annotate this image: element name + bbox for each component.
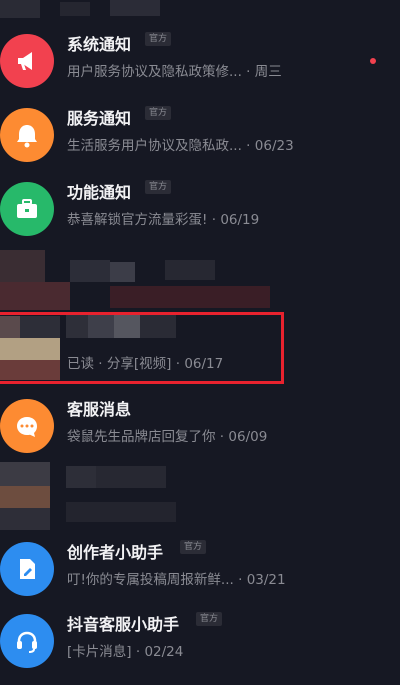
message-preview-line: 生活服务用户协议及隐私政... · 06/23	[67, 138, 294, 154]
chat-bubble-icon	[0, 399, 54, 453]
message-item-service-notice[interactable]: 服务通知 官方 生活服务用户协议及隐私政... · 06/23	[0, 102, 400, 176]
message-time: 03/21	[246, 572, 286, 588]
message-preview: 袋鼠先生品牌店回复了你	[67, 429, 216, 445]
message-preview-line: 叮!你的专属投稿周报新鲜... · 03/21	[67, 572, 286, 588]
official-badge: 官方	[145, 180, 172, 194]
message-item-douyin-cs-assistant[interactable]: 抖音客服小助手 官方 [卡片消息] · 02/24	[0, 608, 400, 682]
message-preview: [卡片消息]	[67, 644, 132, 660]
message-preview: 生活服务用户协议及隐私政...	[67, 138, 242, 154]
official-badge: 官方	[145, 32, 172, 46]
message-title: 客服消息	[67, 400, 132, 419]
megaphone-icon	[0, 34, 54, 88]
message-item-creator-assistant[interactable]: 创作者小助手 官方 叮!你的专属投稿周报新鲜... · 03/21	[0, 536, 400, 610]
highlight-box	[0, 312, 284, 384]
message-preview-line: [卡片消息] · 02/24	[67, 644, 184, 660]
message-preview: 用户服务协议及隐私政策修...	[67, 64, 242, 80]
message-list-screen: 系统通知 官方 用户服务协议及隐私政策修... · 周三 服务通知 官方 生活服…	[0, 0, 400, 685]
message-preview-line: 恭喜解锁官方流量彩蛋! · 06/19	[67, 212, 260, 228]
message-preview-line: 袋鼠先生品牌店回复了你 · 06/09	[67, 429, 268, 445]
blurred-conversation-area	[0, 462, 240, 534]
message-title: 创作者小助手	[67, 543, 164, 562]
headset-icon	[0, 614, 54, 668]
message-title: 系统通知	[67, 35, 132, 54]
briefcase-icon	[0, 182, 54, 236]
message-time: 02/24	[144, 644, 184, 660]
message-title: 抖音客服小助手	[67, 615, 180, 634]
message-item-feature-notice[interactable]: 功能通知 官方 恭喜解锁官方流量彩蛋! · 06/19	[0, 176, 400, 250]
message-title: 服务通知	[67, 109, 132, 128]
official-badge: 官方	[145, 106, 172, 120]
message-item-customer-service[interactable]: 客服消息 袋鼠先生品牌店回复了你 · 06/09	[0, 393, 400, 467]
message-title: 功能通知	[67, 183, 132, 202]
blurred-top-strip	[0, 0, 400, 20]
official-badge: 官方	[180, 540, 207, 554]
message-preview: 叮!你的专属投稿周报新鲜...	[67, 572, 234, 588]
official-badge: 官方	[196, 612, 223, 626]
bell-icon	[0, 108, 54, 162]
message-preview-line: 用户服务协议及隐私政策修... · 周三	[67, 64, 282, 80]
message-time: 周三	[254, 64, 282, 80]
unread-dot	[370, 58, 376, 64]
message-preview: 恭喜解锁官方流量彩蛋!	[67, 212, 208, 228]
message-time: 06/09	[228, 429, 268, 445]
document-pen-icon	[0, 542, 54, 596]
blurred-conversation-area	[0, 250, 280, 312]
message-time: 06/19	[220, 212, 260, 228]
message-time: 06/23	[254, 138, 294, 154]
message-item-system-notice[interactable]: 系统通知 官方 用户服务协议及隐私政策修... · 周三	[0, 28, 400, 102]
